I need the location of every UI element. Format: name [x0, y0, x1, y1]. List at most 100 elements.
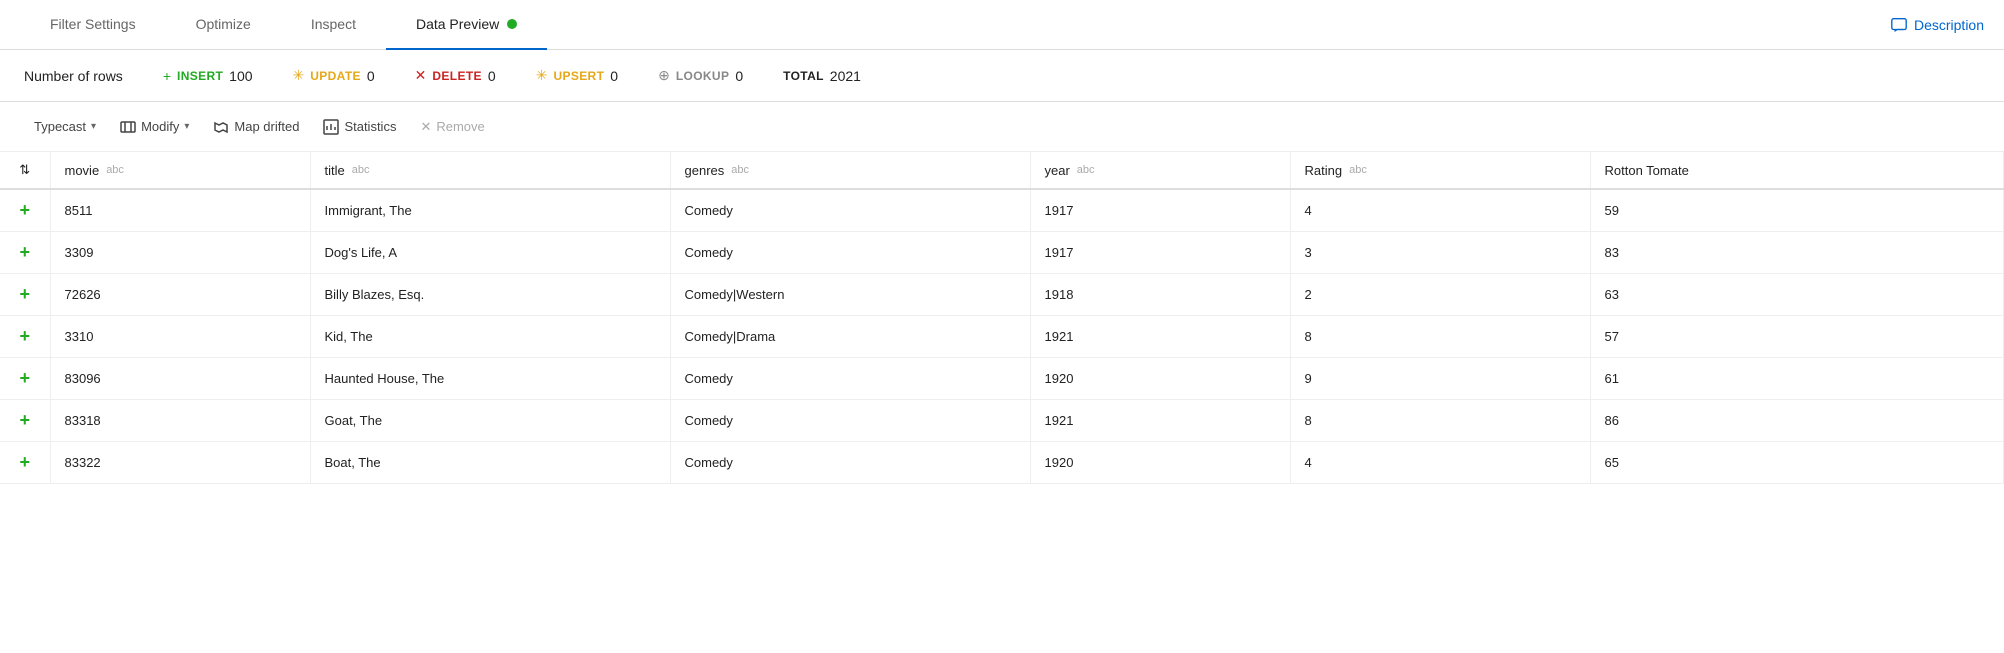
cell-rotten: 65 [1590, 442, 2004, 484]
delete-label: DELETE [432, 69, 482, 83]
total-value: 2021 [830, 68, 861, 84]
table-body: +8511Immigrant, TheComedy1917459+3309Dog… [0, 189, 2004, 484]
cell-genres: Comedy|Western [670, 274, 1030, 316]
table-row: +8511Immigrant, TheComedy1917459 [0, 189, 2004, 232]
cell-year: 1920 [1030, 358, 1290, 400]
tab-data-preview[interactable]: Data Preview [386, 0, 547, 50]
description-button[interactable]: Description [1890, 16, 1984, 34]
total-label: TOTAL [783, 69, 824, 83]
tab-inspect[interactable]: Inspect [281, 0, 386, 50]
lookup-icon: ⊕ [658, 67, 670, 84]
cell-indicator: + [0, 189, 50, 232]
rating-sort[interactable]: Rating abc [1305, 163, 1367, 178]
stats-row: Number of rows + INSERT 100 ✳ UPDATE 0 ✕… [0, 50, 2004, 102]
typecast-button[interactable]: Typecast ▾ [24, 114, 106, 139]
cell-rotten: 61 [1590, 358, 2004, 400]
col-header-year[interactable]: year abc [1030, 152, 1290, 189]
sort-up-icon: ⇅ [19, 162, 30, 178]
cell-indicator: + [0, 442, 50, 484]
table-row: +83322Boat, TheComedy1920465 [0, 442, 2004, 484]
title-sort[interactable]: title abc [325, 163, 370, 178]
genres-sort[interactable]: genres abc [685, 163, 750, 178]
cell-movie: 3309 [50, 232, 310, 274]
cell-movie: 83318 [50, 400, 310, 442]
sort-indicator[interactable]: ⇅ [19, 162, 30, 178]
cell-title: Goat, The [310, 400, 670, 442]
cell-movie: 83322 [50, 442, 310, 484]
year-sort[interactable]: year abc [1045, 163, 1095, 178]
delete-icon: ✕ [415, 67, 427, 84]
map-drifted-label: Map drifted [234, 119, 299, 134]
remove-button[interactable]: ✕ Remove [410, 114, 494, 140]
cell-movie: 3310 [50, 316, 310, 358]
col-header-movie[interactable]: movie abc [50, 152, 310, 189]
map-drifted-icon [213, 119, 229, 135]
tab-optimize[interactable]: Optimize [166, 0, 281, 50]
table-row: +72626Billy Blazes, Esq.Comedy|Western19… [0, 274, 2004, 316]
cell-indicator: + [0, 232, 50, 274]
modify-button[interactable]: Modify ▾ [110, 114, 199, 140]
cell-rating: 9 [1290, 358, 1590, 400]
upsert-stat: ✳ UPSERT 0 [536, 67, 618, 84]
update-stat: ✳ UPDATE 0 [293, 67, 375, 84]
cell-year: 1918 [1030, 274, 1290, 316]
col-header-indicator[interactable]: ⇅ [0, 152, 50, 189]
cell-year: 1921 [1030, 400, 1290, 442]
update-icon: ✳ [293, 67, 305, 84]
col-header-rating[interactable]: Rating abc [1290, 152, 1590, 189]
cell-genres: Comedy [670, 232, 1030, 274]
insert-value: 100 [229, 68, 252, 84]
cell-rating: 8 [1290, 316, 1590, 358]
cell-indicator: + [0, 358, 50, 400]
movie-sort[interactable]: movie abc [65, 163, 124, 178]
col-header-rotten[interactable]: Rotton Tomate [1590, 152, 2004, 189]
cell-movie: 83096 [50, 358, 310, 400]
top-nav: Filter Settings Optimize Inspect Data Pr… [0, 0, 2004, 50]
cell-title: Kid, The [310, 316, 670, 358]
data-table-container: ⇅ movie abc title abc [0, 152, 2004, 484]
cell-genres: Comedy [670, 442, 1030, 484]
table-header-row: ⇅ movie abc title abc [0, 152, 2004, 189]
table-row: +3310Kid, TheComedy|Drama1921857 [0, 316, 2004, 358]
cell-genres: Comedy [670, 189, 1030, 232]
tab-filter-settings[interactable]: Filter Settings [20, 0, 166, 50]
cell-title: Immigrant, The [310, 189, 670, 232]
insert-label: INSERT [177, 69, 223, 83]
table-row: +3309Dog's Life, AComedy1917383 [0, 232, 2004, 274]
col-header-title[interactable]: title abc [310, 152, 670, 189]
cell-rotten: 83 [1590, 232, 2004, 274]
remove-icon: ✕ [420, 119, 431, 135]
data-table: ⇅ movie abc title abc [0, 152, 2004, 484]
cell-title: Boat, The [310, 442, 670, 484]
cell-indicator: + [0, 400, 50, 442]
cell-rating: 4 [1290, 442, 1590, 484]
lookup-label: LOOKUP [676, 69, 730, 83]
col-header-genres[interactable]: genres abc [670, 152, 1030, 189]
typecast-chevron: ▾ [91, 121, 96, 132]
cell-indicator: + [0, 316, 50, 358]
remove-label: Remove [436, 119, 484, 134]
cell-title: Haunted House, The [310, 358, 670, 400]
statistics-icon [323, 119, 339, 135]
cell-movie: 72626 [50, 274, 310, 316]
cell-movie: 8511 [50, 189, 310, 232]
map-drifted-button[interactable]: Map drifted [203, 114, 309, 140]
data-preview-dot [507, 19, 517, 29]
cell-year: 1921 [1030, 316, 1290, 358]
typecast-label: Typecast [34, 119, 86, 134]
cell-year: 1917 [1030, 232, 1290, 274]
statistics-button[interactable]: Statistics [313, 114, 406, 140]
toolbar-row: Typecast ▾ Modify ▾ Map drifted Statisti… [0, 102, 2004, 152]
cell-rotten: 57 [1590, 316, 2004, 358]
lookup-stat: ⊕ LOOKUP 0 [658, 67, 743, 84]
chat-icon [1890, 16, 1908, 34]
statistics-label: Statistics [344, 119, 396, 134]
modify-chevron: ▾ [184, 121, 189, 132]
cell-rating: 3 [1290, 232, 1590, 274]
lookup-value: 0 [735, 68, 743, 84]
cell-year: 1917 [1030, 189, 1290, 232]
upsert-value: 0 [610, 68, 618, 84]
delete-stat: ✕ DELETE 0 [415, 67, 496, 84]
cell-rotten: 86 [1590, 400, 2004, 442]
cell-title: Dog's Life, A [310, 232, 670, 274]
